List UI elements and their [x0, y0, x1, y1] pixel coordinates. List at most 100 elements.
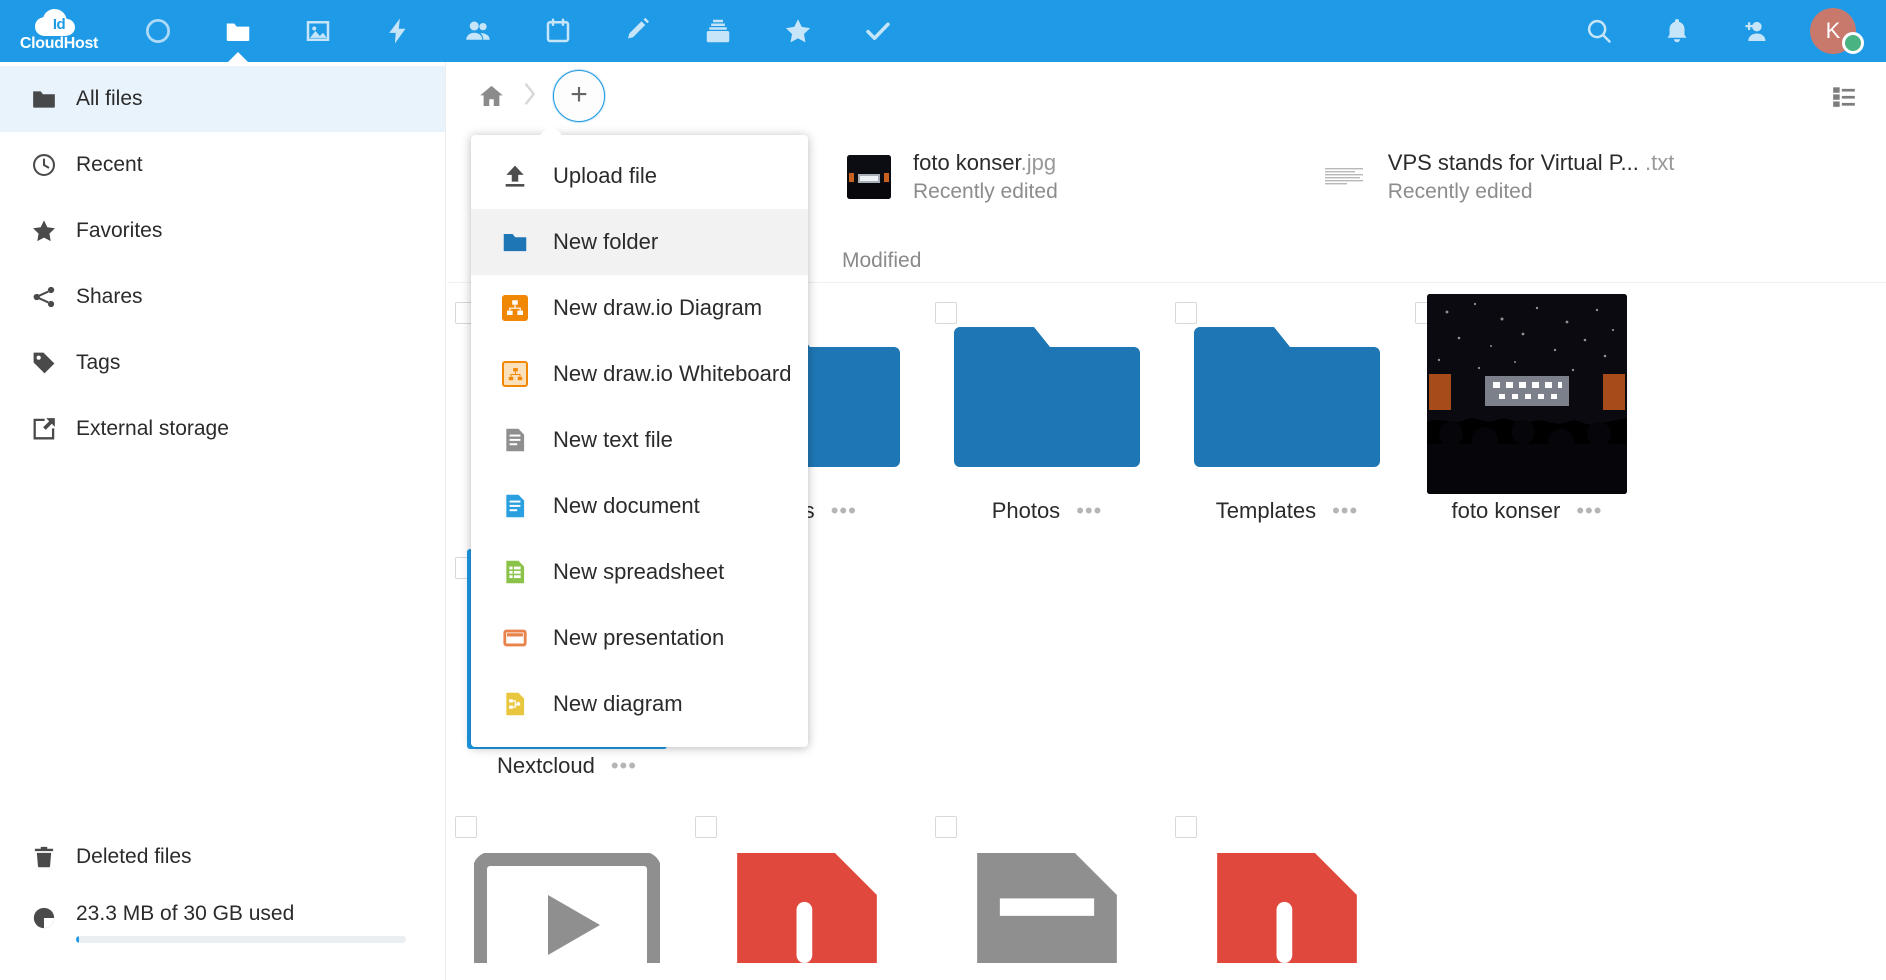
sidebar-label: Tags — [76, 351, 121, 374]
breadcrumb-separator — [519, 79, 541, 114]
menu-label: New folder — [553, 229, 659, 254]
diagram-icon — [493, 691, 537, 717]
quota-text: 23.3 MB of 30 GB used — [76, 902, 295, 925]
clock-icon — [18, 152, 70, 178]
menu-label: New text file — [553, 427, 673, 452]
spreadsheet-icon — [493, 559, 537, 585]
folder-icon — [493, 229, 537, 255]
sidebar-item-favorites[interactable]: Favorites — [0, 198, 445, 264]
file-name: Photos — [991, 498, 1061, 523]
file-tile-pdf-2[interactable] — [1167, 808, 1407, 980]
menu-item-upload-file[interactable]: Upload file — [471, 143, 808, 209]
share-icon — [18, 284, 70, 310]
nav-files[interactable] — [198, 0, 278, 62]
recent-file-item[interactable]: VPS stands for Virtual P... .txt Recentl… — [1321, 150, 1674, 204]
notifications-button[interactable] — [1638, 0, 1716, 62]
files-controls: + — [447, 62, 1886, 130]
drawio-icon — [493, 295, 537, 321]
nav-favorites[interactable] — [758, 0, 838, 62]
document-icon — [493, 493, 537, 519]
quota-progress-fill — [76, 936, 80, 943]
quota-progress-bar — [76, 936, 406, 943]
file-thumbnail — [1321, 155, 1366, 199]
pie-chart-icon — [18, 890, 70, 946]
sidebar-nav-list: All files Recent Favorites Shares Tags E… — [0, 62, 445, 462]
breadcrumb-home[interactable] — [469, 83, 513, 110]
recent-file-item[interactable]: foto konser.jpg Recently edited — [847, 150, 1058, 204]
menu-item-new-text-file[interactable]: New text file — [471, 407, 808, 473]
file-tile-foto-konser[interactable]: foto konser ••• — [1407, 294, 1647, 549]
list-view-icon[interactable] — [1824, 76, 1864, 116]
nav-notes[interactable] — [598, 0, 678, 62]
file-actions-menu[interactable]: ••• — [1076, 498, 1102, 524]
nav-photos[interactable] — [278, 0, 358, 62]
cloud-icon: Id — [31, 9, 87, 37]
nav-dashboard[interactable] — [118, 0, 198, 62]
app-logo[interactable]: Id CloudHost — [0, 0, 118, 62]
file-grid-row-2 — [447, 808, 1886, 980]
file-actions-menu[interactable]: ••• — [831, 498, 857, 524]
file-name: foto konser.jpg — [913, 150, 1057, 175]
trash-icon — [18, 844, 70, 870]
folder-icon — [18, 86, 70, 112]
upload-icon — [493, 163, 537, 189]
user-avatar-button[interactable]: K — [1794, 0, 1872, 62]
main-navigation — [118, 0, 918, 62]
text-file-icon — [493, 427, 537, 453]
file-tile-photos[interactable]: Photos ••• — [927, 294, 1167, 549]
file-actions-menu[interactable]: ••• — [611, 753, 637, 779]
menu-item-new-folder[interactable]: New folder — [471, 209, 808, 275]
sidebar-item-all-files[interactable]: All files — [0, 66, 445, 132]
file-actions-menu[interactable]: ••• — [1332, 498, 1358, 524]
star-icon — [18, 218, 70, 244]
new-file-button[interactable]: + — [553, 70, 605, 122]
plus-icon: + — [570, 77, 588, 111]
header-right-actions: K — [1560, 0, 1886, 62]
nav-deck[interactable] — [678, 0, 758, 62]
menu-item-new-drawio-diagram[interactable]: New draw.io Diagram — [471, 275, 808, 341]
video-file-icon — [447, 808, 687, 980]
whiteboard-icon — [493, 361, 537, 387]
sidebar-item-recent[interactable]: Recent — [0, 132, 445, 198]
pdf-file-icon — [1167, 808, 1407, 980]
sidebar-label: Deleted files — [76, 845, 192, 868]
nav-tasks[interactable] — [838, 0, 918, 62]
new-file-menu: Upload file New folder New draw.io Diagr… — [471, 124, 808, 747]
nav-contacts[interactable] — [438, 0, 518, 62]
file-status: Recently edited — [913, 180, 1058, 203]
pdf-file-icon — [687, 808, 927, 980]
file-name: foto konser — [1451, 498, 1561, 523]
sidebar-item-external-storage[interactable]: External storage — [0, 396, 445, 462]
sidebar-item-deleted-files[interactable]: Deleted files — [0, 824, 445, 890]
presentation-icon — [493, 625, 537, 651]
app-header: Id CloudHost K — [0, 0, 1886, 62]
sidebar-label: External storage — [76, 417, 229, 440]
menu-item-new-document[interactable]: New document — [471, 473, 808, 539]
file-tile-templates[interactable]: Templates ••• — [1167, 294, 1407, 549]
menu-label: New presentation — [553, 625, 725, 650]
menu-label: New diagram — [553, 691, 683, 716]
sidebar-item-tags[interactable]: Tags — [0, 330, 445, 396]
menu-item-new-presentation[interactable]: New presentation — [471, 605, 808, 671]
menu-label: Upload file — [553, 163, 657, 188]
file-tile-pdf[interactable] — [687, 808, 927, 980]
file-tile-video[interactable] — [447, 808, 687, 980]
contacts-menu-button[interactable] — [1716, 0, 1794, 62]
nav-activity[interactable] — [358, 0, 438, 62]
menu-item-new-drawio-whiteboard[interactable]: New draw.io Whiteboard — [471, 341, 808, 407]
storage-quota[interactable]: 23.3 MB of 30 GB used — [0, 890, 445, 970]
file-actions-menu[interactable]: ••• — [1576, 498, 1602, 524]
menu-label: New draw.io Whiteboard — [553, 361, 792, 386]
file-status: Recently edited — [1387, 180, 1533, 203]
sidebar-label: Recent — [76, 153, 143, 176]
file-tile-document[interactable] — [927, 808, 1167, 980]
menu-item-new-spreadsheet[interactable]: New spreadsheet — [471, 539, 808, 605]
nav-calendar[interactable] — [518, 0, 598, 62]
menu-item-new-diagram[interactable]: New diagram — [471, 671, 808, 737]
sidebar-item-shares[interactable]: Shares — [0, 264, 445, 330]
tag-icon — [18, 350, 70, 376]
sidebar-label: All files — [76, 87, 143, 110]
search-button[interactable] — [1560, 0, 1638, 62]
sidebar-footer: Deleted files 23.3 MB of 30 GB used — [0, 824, 445, 970]
file-thumbnail — [1407, 294, 1647, 494]
